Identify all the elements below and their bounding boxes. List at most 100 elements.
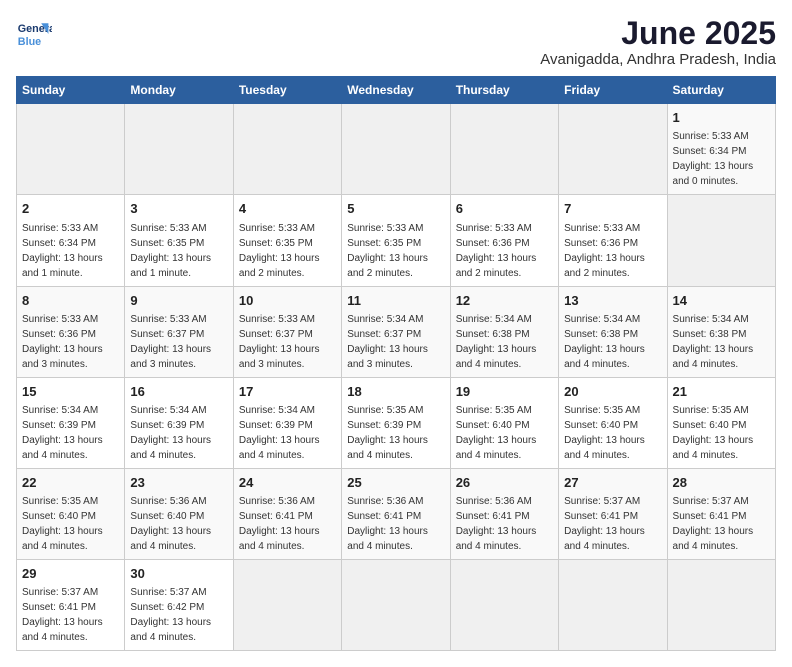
- daylight-text: Daylight: 13 hours and 4 minutes.: [456, 435, 537, 461]
- sunset-text: Sunset: 6:38 PM: [673, 329, 747, 340]
- sunset-text: Sunset: 6:36 PM: [22, 329, 96, 340]
- sunrise-text: Sunrise: 5:33 AM: [22, 223, 98, 234]
- main-title: June 2025: [540, 16, 776, 51]
- day-number: 8: [22, 292, 119, 310]
- day-cell-30: 30Sunrise: 5:37 AMSunset: 6:42 PMDayligh…: [125, 560, 233, 651]
- daylight-text: Daylight: 13 hours and 2 minutes.: [239, 253, 320, 279]
- daylight-text: Daylight: 13 hours and 1 minute.: [22, 253, 103, 279]
- sunset-text: Sunset: 6:40 PM: [673, 420, 747, 431]
- sunrise-text: Sunrise: 5:36 AM: [130, 496, 206, 507]
- day-number: 14: [673, 292, 770, 310]
- empty-cell: [125, 104, 233, 195]
- daylight-text: Daylight: 13 hours and 4 minutes.: [564, 526, 645, 552]
- sunset-text: Sunset: 6:35 PM: [347, 238, 421, 249]
- sunrise-text: Sunrise: 5:36 AM: [239, 496, 315, 507]
- day-number: 15: [22, 383, 119, 401]
- sunrise-text: Sunrise: 5:35 AM: [22, 496, 98, 507]
- daylight-text: Daylight: 13 hours and 0 minutes.: [673, 161, 754, 187]
- sunrise-text: Sunrise: 5:35 AM: [673, 405, 749, 416]
- day-cell-15: 15Sunrise: 5:34 AMSunset: 6:39 PMDayligh…: [17, 377, 125, 468]
- sunset-text: Sunset: 6:41 PM: [239, 511, 313, 522]
- sunset-text: Sunset: 6:35 PM: [130, 238, 204, 249]
- header-friday: Friday: [559, 77, 667, 104]
- daylight-text: Daylight: 13 hours and 4 minutes.: [456, 344, 537, 370]
- day-cell-24: 24 Sunrise: 5:36 AM Sunset: 6:41 PM Dayligh…: [233, 468, 341, 559]
- sunset-text: Sunset: 6:41 PM: [347, 511, 421, 522]
- header-monday: Monday: [125, 77, 233, 104]
- daylight-text: Daylight: 13 hours and 3 minutes.: [22, 344, 103, 370]
- subtitle: Avanigadda, Andhra Pradesh, India: [540, 51, 776, 68]
- empty-cell: [233, 104, 341, 195]
- daylight-text: Daylight: 13 hours and 4 minutes.: [22, 526, 103, 552]
- logo-icon: General Blue: [16, 16, 52, 52]
- sunset-text: Sunset: 6:34 PM: [22, 238, 96, 249]
- sunrise-text: Sunrise: 5:33 AM: [22, 314, 98, 325]
- daylight-text: Daylight: 13 hours and 1 minute.: [130, 253, 211, 279]
- sunrise-text: Sunrise: 5:35 AM: [564, 405, 640, 416]
- week-row-3: 8 Sunrise: 5:33 AM Sunset: 6:36 PM Daylight…: [17, 286, 776, 377]
- header-saturday: Saturday: [667, 77, 775, 104]
- daylight-text: Daylight: 13 hours and 4 minutes.: [564, 435, 645, 461]
- day-number: 24: [239, 474, 336, 492]
- daylight-text: Daylight: 13 hours and 4 minutes.: [22, 617, 103, 643]
- day-cell-26: 26Sunrise: 5:36 AMSunset: 6:41 PMDayligh…: [450, 468, 558, 559]
- day-number: 21: [673, 383, 770, 401]
- sunset-text: Sunset: 6:39 PM: [22, 420, 96, 431]
- calendar-table: SundayMondayTuesdayWednesdayThursdayFrid…: [16, 76, 776, 651]
- day-number: 1: [673, 109, 770, 127]
- day-cell-18: 18Sunrise: 5:35 AMSunset: 6:39 PMDayligh…: [342, 377, 450, 468]
- sunrise-text: Sunrise: 5:33 AM: [673, 131, 749, 142]
- day-cell-7: 7Sunrise: 5:33 AMSunset: 6:36 PMDaylight…: [559, 195, 667, 286]
- title-area: June 2025 Avanigadda, Andhra Pradesh, In…: [540, 16, 776, 68]
- day-number: 19: [456, 383, 553, 401]
- day-number: 12: [456, 292, 553, 310]
- empty-cell: [17, 104, 125, 195]
- day-number: 22: [22, 474, 119, 492]
- sunrise-text: Sunrise: 5:33 AM: [456, 223, 532, 234]
- daylight-text: Daylight: 13 hours and 4 minutes.: [239, 435, 320, 461]
- sunset-text: Sunset: 6:40 PM: [22, 511, 96, 522]
- empty-cell: [450, 104, 558, 195]
- daylight-text: Daylight: 13 hours and 3 minutes.: [130, 344, 211, 370]
- day-cell-27: 27Sunrise: 5:37 AMSunset: 6:41 PMDayligh…: [559, 468, 667, 559]
- header-sunday: Sunday: [17, 77, 125, 104]
- day-number: 23: [130, 474, 227, 492]
- day-cell-10: 10Sunrise: 5:33 AMSunset: 6:37 PMDayligh…: [233, 286, 341, 377]
- day-number: 26: [456, 474, 553, 492]
- day-cell-3: 3Sunrise: 5:33 AMSunset: 6:35 PMDaylight…: [125, 195, 233, 286]
- day-cell-29: 29Sunrise: 5:37 AMSunset: 6:41 PMDayligh…: [17, 560, 125, 651]
- day-cell-1: 1 Sunrise: 5:33 AM Sunset: 6:34 PM Daylight…: [667, 104, 775, 195]
- week-row-4: 15Sunrise: 5:34 AMSunset: 6:39 PMDayligh…: [17, 377, 776, 468]
- sunrise-text: Sunrise: 5:34 AM: [564, 314, 640, 325]
- day-cell-2: 2Sunrise: 5:33 AMSunset: 6:34 PMDaylight…: [17, 195, 125, 286]
- day-number: 28: [673, 474, 770, 492]
- sunset-text: Sunset: 6:37 PM: [239, 329, 313, 340]
- sunset-text: Sunset: 6:40 PM: [456, 420, 530, 431]
- daylight-text: Daylight: 13 hours and 4 minutes.: [239, 526, 320, 552]
- sunset-text: Sunset: 6:41 PM: [673, 511, 747, 522]
- calendar-header-row: SundayMondayTuesdayWednesdayThursdayFrid…: [17, 77, 776, 104]
- daylight-text: Daylight: 13 hours and 4 minutes.: [347, 526, 428, 552]
- sunset-text: Sunset: 6:41 PM: [456, 511, 530, 522]
- daylight-text: Daylight: 13 hours and 3 minutes.: [347, 344, 428, 370]
- daylight-text: Daylight: 13 hours and 4 minutes.: [130, 617, 211, 643]
- day-cell-5: 5Sunrise: 5:33 AMSunset: 6:35 PMDaylight…: [342, 195, 450, 286]
- sunset-text: Sunset: 6:34 PM: [673, 146, 747, 157]
- sunrise-text: Sunrise: 5:34 AM: [347, 314, 423, 325]
- sunset-text: Sunset: 6:35 PM: [239, 238, 313, 249]
- daylight-text: Daylight: 13 hours and 2 minutes.: [564, 253, 645, 279]
- sunrise-text: Sunrise: 5:33 AM: [130, 314, 206, 325]
- sunrise-text: Sunrise: 5:33 AM: [239, 223, 315, 234]
- sunrise-text: Sunrise: 5:34 AM: [456, 314, 532, 325]
- day-cell-28: 28Sunrise: 5:37 AMSunset: 6:41 PMDayligh…: [667, 468, 775, 559]
- sunrise-text: Sunrise: 5:37 AM: [673, 496, 749, 507]
- header-tuesday: Tuesday: [233, 77, 341, 104]
- sunrise-text: Sunrise: 5:34 AM: [673, 314, 749, 325]
- sunrise-text: Sunrise: 5:33 AM: [347, 223, 423, 234]
- sunset-text: Sunset: 6:40 PM: [564, 420, 638, 431]
- day-number: 16: [130, 383, 227, 401]
- page-header: General Blue June 2025 Avanigadda, Andhr…: [16, 16, 776, 68]
- sunset-text: Sunset: 6:38 PM: [456, 329, 530, 340]
- week-row-6: 29Sunrise: 5:37 AMSunset: 6:41 PMDayligh…: [17, 560, 776, 651]
- day-cell-12: 12 Sunrise: 5:34 AM Sunset: 6:38 PM Dayligh…: [450, 286, 558, 377]
